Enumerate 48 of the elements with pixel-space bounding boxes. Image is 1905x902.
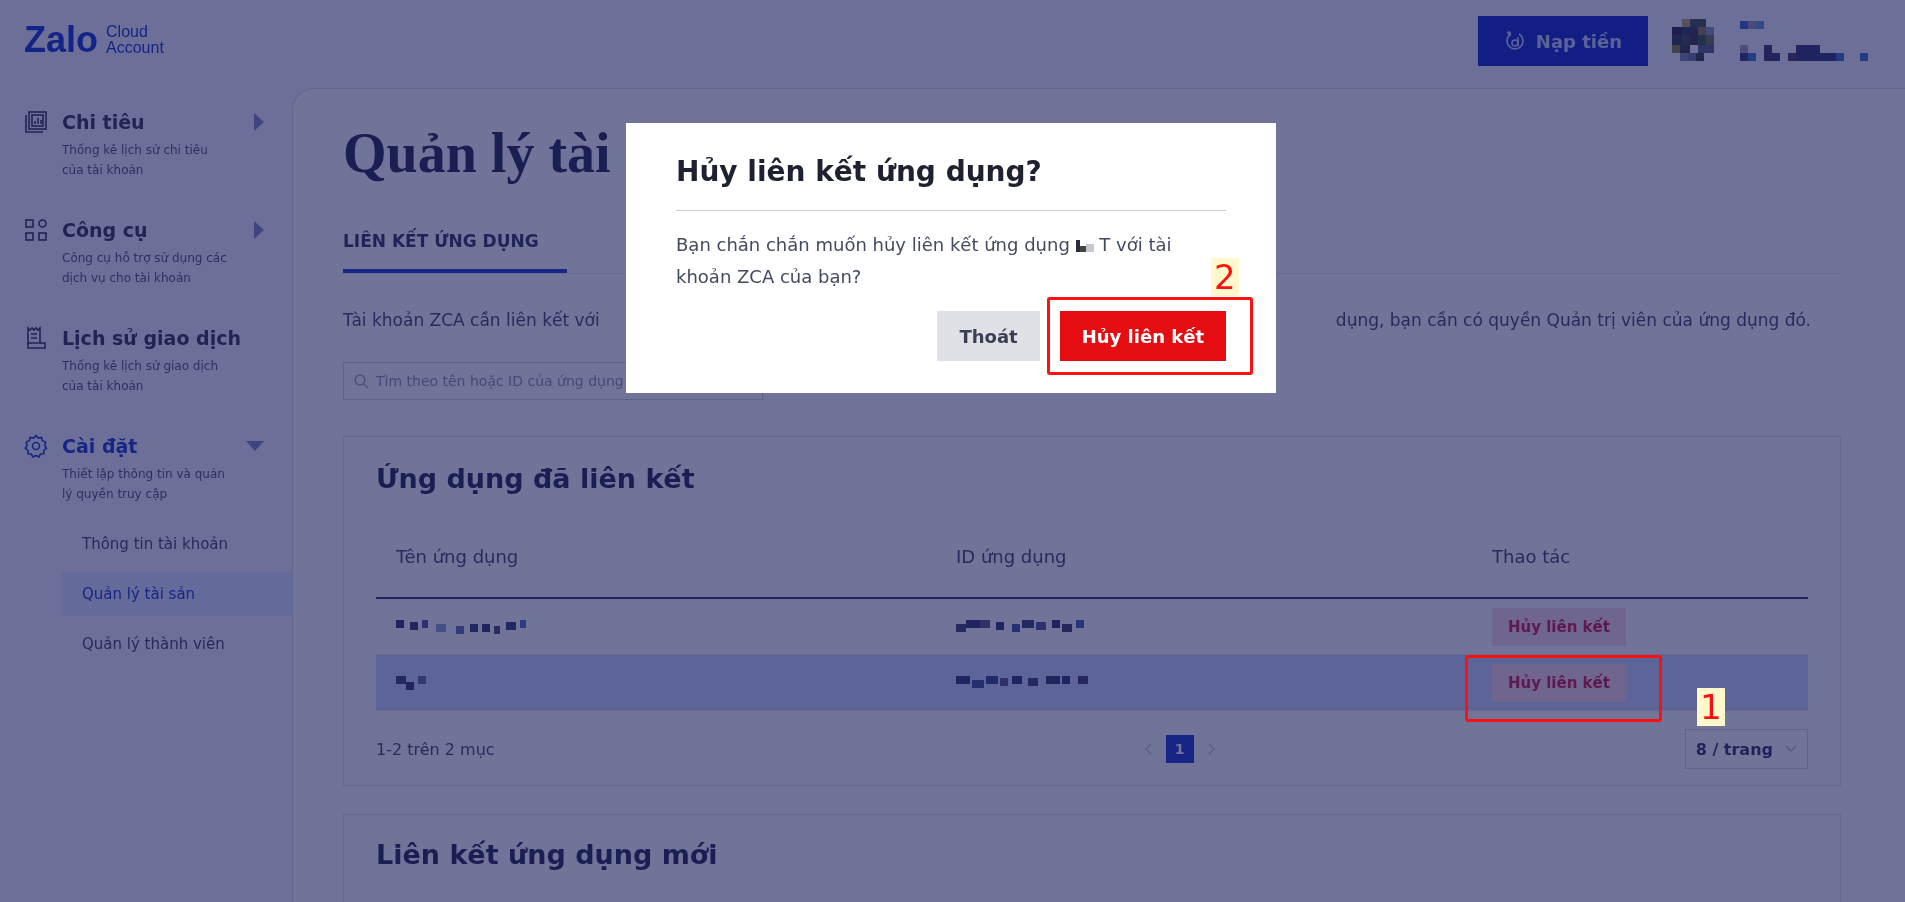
sidebar-item-title: Cài đặt <box>62 435 139 457</box>
sidebar-item-description: Thống kê lịch sử giao dịch của tài khoản <box>62 358 219 395</box>
column-header: Tên ứng dụng <box>396 546 520 567</box>
sidebar-subitem[interactable]: Quản lý thành viên <box>62 622 292 666</box>
caret-right-icon <box>254 221 264 239</box>
column-header: Thao tác <box>1492 546 1572 567</box>
page-size-select[interactable]: 8 / trang <box>1684 729 1808 769</box>
tab[interactable]: LIÊN KẾT ỨNG DỤNG <box>343 217 567 273</box>
sidebar-item-description: Công cụ hỗ trợ sử dụng các dịch vụ cho tài khoản <box>62 250 228 287</box>
sidebar-item-title: Công cụ <box>62 219 149 241</box>
sidebar-subitem[interactable]: Quản lý tài sản <box>62 572 292 616</box>
sidebar-item[interactable]: Cài đặt Thiết lập thông tin và quản lý quyền truy cập <box>0 432 292 504</box>
unlink-button[interactable]: Hủy liên kết <box>1492 663 1626 702</box>
description-text: Tài khoản ZCA cần liên kết với <box>343 310 600 330</box>
chevron-left-icon <box>1143 743 1152 755</box>
sidebar-item[interactable]: Lịch sử giao dịch Thống kê lịch sử giao dịch của tài khoản <box>0 324 292 396</box>
unlink-button[interactable]: Hủy liên kết <box>1492 607 1626 646</box>
coin-plus-icon <box>1503 30 1526 52</box>
step-number: 2 <box>1211 258 1239 296</box>
step-number: 1 <box>1697 688 1725 726</box>
redacted-mark <box>1075 238 1094 254</box>
caret-down-icon <box>246 441 264 451</box>
pixelated-text-drawing <box>396 675 426 690</box>
sidebar-item-title: Chi tiêu <box>62 111 146 133</box>
unlink-confirm-button[interactable]: Hủy liên kết <box>1059 311 1226 361</box>
caret-right-icon <box>254 113 264 131</box>
sidebar-subitem[interactable]: Thông tin tài khoản <box>62 522 292 566</box>
sidebar-item-description: Thống kê lịch sử chi tiêu của tài khoản <box>62 142 209 179</box>
chevron-right-icon <box>1207 743 1216 755</box>
chevron-down-icon <box>1785 745 1797 753</box>
card-title: Liên kết ứng dụng mới <box>376 839 719 870</box>
receipt-icon <box>24 326 48 350</box>
settings-icon <box>24 434 48 458</box>
sidebar-item[interactable]: Chi tiêu Thống kê lịch sử chi tiêu của tài khoản <box>0 108 292 180</box>
grid-icon <box>24 218 48 242</box>
top-up-button[interactable]: Nạp tiền <box>1477 16 1648 66</box>
sidebar-item-description: Thiết lập thông tin và quản lý quyền truy cập <box>62 466 226 503</box>
sidebar-item-title: Lịch sử giao dịch <box>62 327 242 349</box>
card-title: Ứng dụng đã liên kết <box>376 463 696 494</box>
page-title: Quản lý tài <box>343 121 611 186</box>
report-icon <box>24 110 48 134</box>
column-header: ID ứng dụng <box>956 546 1068 567</box>
description-text: dụng, bạn cần có quyền Quản trị viên của ứng dụng đó. <box>1335 310 1811 330</box>
page-button[interactable]: 1 <box>1165 735 1194 763</box>
pagination-summary: 1-2 trên 2 mục <box>376 739 495 759</box>
exit-button[interactable]: Thoát <box>937 311 1040 361</box>
dialog-title: Hủy liên kết ứng dụng? <box>676 155 1226 211</box>
sidebar-item[interactable]: Công cụ Công cụ hỗ trợ sử dụng các dịch vụ cho tài khoản <box>0 216 292 288</box>
